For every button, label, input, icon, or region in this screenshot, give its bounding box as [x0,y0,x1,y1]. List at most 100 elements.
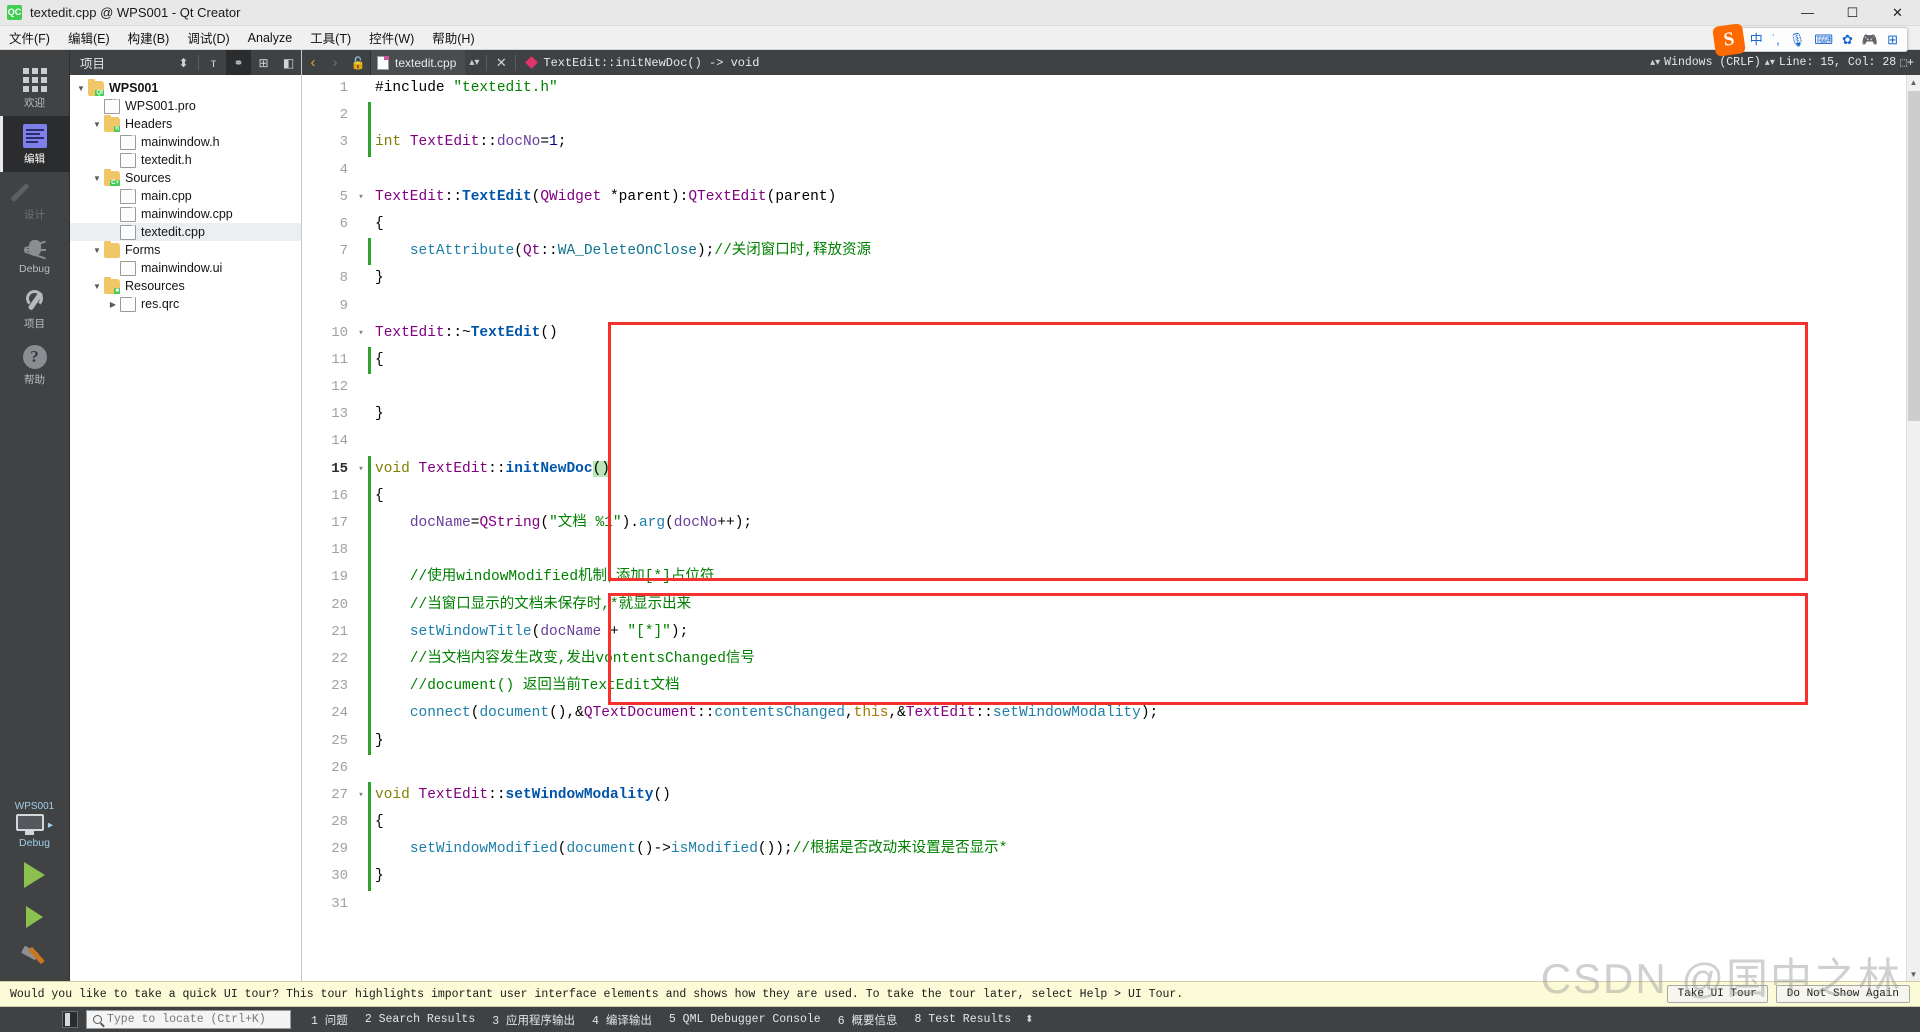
code-line[interactable]: docName=QString("文档 %1").arg(docNo++); [375,510,1920,537]
tree-item[interactable]: ▼ h Headers [70,114,301,133]
code-line[interactable]: connect(document(),&QTextDocument::conte… [375,700,1920,727]
close-editor-button[interactable]: ✕ [490,55,512,71]
mode-edit[interactable]: 编辑 [0,116,70,172]
sogou-logo-icon[interactable]: S [1711,23,1746,57]
code-line[interactable] [375,293,1920,320]
code-line[interactable]: void TextEdit::initNewDoc() [375,456,1920,483]
ime-skin-icon[interactable]: ✿ [1842,33,1853,46]
code-line[interactable] [375,157,1920,184]
do-not-show-again-button[interactable]: Do Not Show Again [1775,985,1910,1003]
code-line[interactable]: TextEdit::TextEdit(QWidget *parent):QTex… [375,184,1920,211]
code-line[interactable]: //当文档内容发生改变,发出vontentsChanged信号 [375,646,1920,673]
tree-item[interactable]: h textedit.h [70,151,301,169]
menu-build[interactable]: 构建(B) [119,25,179,50]
tree-item[interactable]: ▶ ■ res.qrc [70,295,301,313]
code-line[interactable] [375,102,1920,129]
minimize-button[interactable]: — [1785,0,1830,26]
code-line[interactable]: void TextEdit::setWindowModality() [375,782,1920,809]
ime-game-icon[interactable]: 🎮 [1862,33,1878,46]
menu-edit[interactable]: 编辑(E) [59,25,119,50]
tree-item[interactable]: + main.cpp [70,187,301,205]
split-button[interactable]: ⊞ [251,50,276,75]
fold-marker[interactable]: ▾ [354,782,368,809]
ime-toolbox-icon[interactable]: ⊞ [1887,33,1898,46]
code-line[interactable]: //document() 返回当前TextEdit文档 [375,673,1920,700]
mode-debug[interactable]: Debug [0,228,70,281]
code-line[interactable]: } [375,863,1920,890]
fold-marker[interactable]: ▾ [354,456,368,483]
close-sidebar-button[interactable]: ◧ [276,50,301,75]
link-with-editor-button[interactable]: ⚭ [226,50,251,75]
fold-marker[interactable]: ▾ [354,320,368,347]
navigate-back-button[interactable]: ‹ [302,54,324,71]
code-line[interactable]: int TextEdit::docNo=1; [375,129,1920,156]
mode-welcome[interactable]: 欢迎 [0,60,70,116]
toggle-output-pane-button[interactable] [62,1011,78,1028]
project-tree[interactable]: ▼ Qt WPS001 Qt WPS001.pro ▼ h Headers h mainwindo… [70,75,301,981]
tree-item[interactable]: ▼ Forms [70,240,301,259]
tree-item[interactable]: mainwindow.ui [70,259,301,277]
open-documents-dropdown[interactable]: ▴▾ [465,57,483,68]
code-line[interactable] [375,755,1920,782]
fold-marker[interactable]: ▾ [354,184,368,211]
split-editor-button[interactable]: ⬚+ [1900,55,1914,70]
tree-expand-arrow-icon[interactable]: ▼ [90,120,104,129]
maximize-button[interactable]: ☐ [1830,0,1875,26]
build-button[interactable] [0,937,70,981]
tree-item[interactable]: ▼ C+ Sources [70,168,301,187]
code-line[interactable]: { [375,809,1920,836]
scroll-down-button[interactable]: ▼ [1907,967,1920,981]
mode-design[interactable]: 设计 [0,172,70,228]
tree-item[interactable]: + mainwindow.cpp [70,205,301,223]
pane-app-output[interactable]: 3 应用程序输出 [492,1012,575,1028]
code-line[interactable]: } [375,265,1920,292]
ime-chinese-mode-icon[interactable]: 中 [1750,33,1763,46]
pane-test-results[interactable]: 8 Test Results [915,1013,1012,1026]
code-line[interactable]: { [375,483,1920,510]
code-line[interactable]: TextEdit::~TextEdit() [375,320,1920,347]
kit-selector[interactable]: WPS001 ▸ Debug [0,795,70,853]
locator-input[interactable]: Type to locate (Ctrl+K) [86,1010,291,1029]
tree-expand-arrow-icon[interactable]: ▼ [90,282,104,291]
code-content[interactable]: #include "textedit.h" int TextEdit::docN… [371,75,1920,981]
editor-tab-textedit-cpp[interactable]: textedit.cpp [370,50,466,75]
code-line[interactable] [375,428,1920,455]
tree-expand-arrow-icon[interactable]: ▼ [90,174,104,183]
mode-projects[interactable]: 项目 [0,281,70,337]
tree-item[interactable]: Qt WPS001.pro [70,97,301,115]
code-line[interactable]: { [375,347,1920,374]
menu-debug[interactable]: 调试(D) [178,25,238,50]
code-line[interactable] [375,537,1920,564]
tree-item[interactable]: ▼ Qt WPS001 [70,78,301,97]
start-debugging-button[interactable] [0,897,70,937]
code-line[interactable]: //当窗口显示的文档未保存时,*就显示出来 [375,592,1920,619]
tree-item[interactable]: h mainwindow.h [70,133,301,151]
mode-help[interactable]: ? 帮助 [0,337,70,393]
scroll-up-button[interactable]: ▲ [1907,75,1920,89]
pane-compile-output[interactable]: 4 编译输出 [592,1012,652,1028]
fold-marker-column[interactable]: ▾ ▾ ▾ ▾ [354,75,368,981]
code-line[interactable]: } [375,401,1920,428]
line-ending-label[interactable]: Windows (CRLF) [1664,56,1761,69]
output-pane-updown-icon[interactable]: ⬍ [1025,1014,1033,1025]
filter-button[interactable]: ᴛ [201,50,226,75]
menu-tools[interactable]: 工具(T) [301,25,360,50]
code-line[interactable]: #include "textedit.h" [375,75,1920,102]
tree-expand-arrow-icon[interactable]: ▼ [90,246,104,255]
code-line[interactable]: } [375,728,1920,755]
code-editor-area[interactable]: 1 2 3 4 5 6 7 8 9 10 11 12 13 14 15 16 17 18 19 20 21 22 23 24 2… [302,75,1920,981]
pane-qml-debugger[interactable]: 5 QML Debugger Console [669,1013,821,1026]
navigate-forward-button[interactable]: › [324,54,346,71]
menu-analyze[interactable]: Analyze [239,28,301,48]
take-ui-tour-button[interactable]: Take UI Tour [1666,985,1768,1003]
sogou-ime-toolbar[interactable]: S 中 ˙, 🎙 ⌨ ✿ 🎮 ⊞ [1711,23,1908,57]
scrollbar-thumb[interactable] [1908,91,1920,421]
menu-file[interactable]: 文件(F) [0,25,59,50]
encoding-dropdown-icon[interactable]: ▴▾ [1765,57,1775,68]
line-ending-dropdown-icon[interactable]: ▴▾ [1650,57,1660,68]
lock-icon[interactable]: 🔓 [346,56,370,70]
code-line[interactable]: setWindowTitle(docName + "[*]"); [375,619,1920,646]
code-line[interactable]: setAttribute(Qt::WA_DeleteOnClose);//关闭窗… [375,238,1920,265]
tree-expand-arrow-icon[interactable]: ▼ [74,84,88,93]
tree-item[interactable]: ▼ ■ Resources [70,276,301,295]
